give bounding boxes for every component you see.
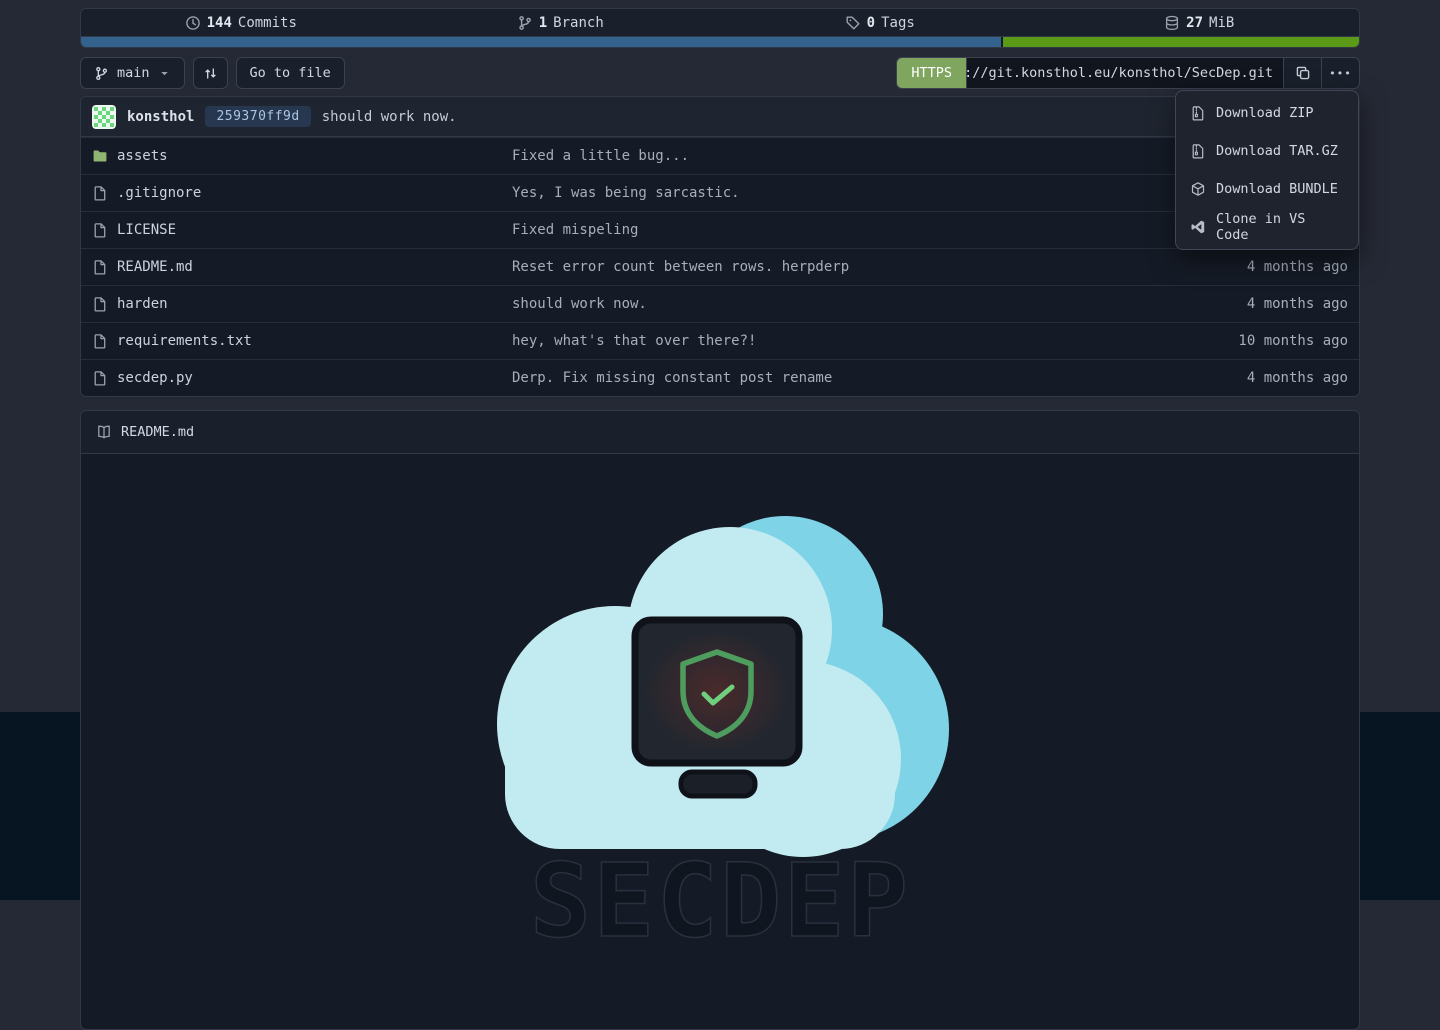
branches-label: Branch	[553, 15, 604, 31]
file-row-harden[interactable]: harden should work now. 4 months ago	[81, 285, 1359, 322]
zip-file-icon	[1190, 143, 1206, 159]
ellipsis-icon: •••	[1329, 67, 1352, 80]
compare-icon	[203, 66, 218, 81]
stat-branches[interactable]: 1 Branch	[401, 15, 721, 31]
file-row-secdep[interactable]: secdep.py Derp. Fix missing constant pos…	[81, 359, 1359, 396]
database-icon	[1164, 15, 1180, 31]
branch-selector[interactable]: main	[80, 57, 185, 89]
commits-label: Commits	[238, 15, 297, 31]
commit-message[interactable]: should work now.	[322, 109, 457, 125]
repo-stats-panel: 144 Commits 1 Branch 0 Tags 27 MiB	[80, 8, 1360, 48]
language-bar[interactable]	[81, 36, 1359, 47]
readme-body: SECDEP	[81, 454, 1359, 1030]
latest-commit-row: konsthol 259370ff9d should work now.	[81, 97, 1359, 137]
menu-item-clone-vscode[interactable]: Clone in VS Code	[1176, 208, 1358, 246]
branch-icon	[517, 15, 533, 31]
history-icon	[185, 15, 201, 31]
readme-panel: README.md	[80, 410, 1360, 1030]
size-count: 27	[1186, 15, 1203, 31]
readme-header[interactable]: README.md	[81, 411, 1359, 454]
readme-title: README.md	[121, 424, 194, 440]
stat-commits[interactable]: 144 Commits	[81, 15, 401, 31]
commits-count: 144	[207, 15, 232, 31]
chevron-down-icon	[158, 67, 171, 80]
clone-url-input[interactable]: https://git.konsthol.eu/konsthol/SecDep.…	[966, 57, 1284, 89]
download-menu: Download ZIP Download TAR.GZ Download BU…	[1175, 90, 1359, 250]
menu-item-download-bundle[interactable]: Download BUNDLE	[1176, 170, 1358, 208]
file-row-requirements[interactable]: requirements.txt hey, what's that over t…	[81, 322, 1359, 359]
file-row-license[interactable]: LICENSE Fixed mispeling	[81, 211, 1359, 248]
repo-toolbar: main Go to file HTTPS https://git.konsth…	[80, 57, 1360, 89]
copy-url-button[interactable]	[1283, 57, 1322, 89]
language-segment-secondary[interactable]	[1001, 37, 1359, 47]
file-icon	[92, 370, 108, 386]
tag-icon	[845, 15, 861, 31]
branch-icon	[94, 66, 109, 81]
logo-wordmark: SECDEP	[530, 842, 910, 954]
file-row-gitignore[interactable]: .gitignore Yes, I was being sarcastic.	[81, 174, 1359, 211]
zip-file-icon	[1190, 105, 1206, 121]
package-icon	[1190, 181, 1206, 197]
stat-tags[interactable]: 0 Tags	[720, 15, 1040, 31]
book-icon	[96, 424, 112, 440]
vscode-icon	[1190, 219, 1206, 235]
branches-count: 1	[539, 15, 547, 31]
tags-count: 0	[867, 15, 875, 31]
project-logo: SECDEP	[485, 504, 955, 954]
clone-button-group: HTTPS https://git.konsthol.eu/konsthol/S…	[896, 57, 1360, 89]
folder-icon	[92, 148, 108, 164]
tags-label: Tags	[881, 15, 915, 31]
file-icon	[92, 259, 108, 275]
copy-icon	[1295, 65, 1311, 81]
menu-item-download-zip[interactable]: Download ZIP	[1176, 94, 1358, 132]
file-icon	[92, 333, 108, 349]
compare-branches-button[interactable]	[193, 57, 228, 89]
branch-name: main	[117, 65, 150, 81]
commit-author[interactable]: konsthol	[127, 109, 194, 125]
file-icon	[92, 222, 108, 238]
file-row-readme[interactable]: README.md Reset error count between rows…	[81, 248, 1359, 285]
avatar[interactable]	[92, 105, 116, 129]
protocol-https-button[interactable]: HTTPS	[896, 57, 967, 89]
go-to-file-button[interactable]: Go to file	[236, 57, 345, 89]
more-options-button[interactable]: •••	[1321, 57, 1360, 89]
file-row-assets[interactable]: assets Fixed a little bug...	[81, 137, 1359, 174]
commit-sha-badge[interactable]: 259370ff9d	[205, 106, 310, 127]
file-list-panel: konsthol 259370ff9d should work now. ass…	[80, 96, 1360, 397]
stat-size[interactable]: 27 MiB	[1040, 15, 1360, 31]
menu-item-download-targz[interactable]: Download TAR.GZ	[1176, 132, 1358, 170]
language-segment-primary[interactable]	[81, 37, 1001, 47]
file-icon	[92, 296, 108, 312]
size-label: MiB	[1209, 15, 1234, 31]
file-icon	[92, 185, 108, 201]
